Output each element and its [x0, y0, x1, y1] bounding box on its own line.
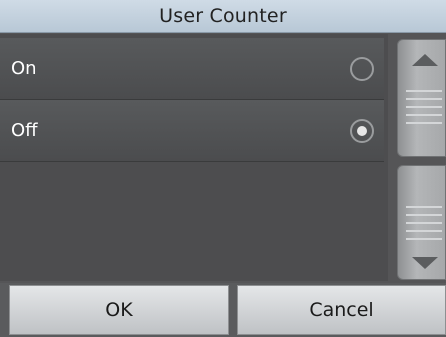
grip-line: [406, 222, 442, 224]
option-list: On Off: [0, 34, 388, 281]
option-off-radio[interactable]: [350, 118, 374, 143]
grip-line: [406, 90, 442, 92]
user-counter-dialog: User Counter On Off OK Cancel: [0, 0, 446, 337]
ok-button[interactable]: OK: [9, 285, 229, 335]
grip-line: [406, 122, 442, 124]
option-off-label: Off: [11, 120, 38, 141]
scroll-up-button[interactable]: [397, 39, 446, 157]
scroll-down-button[interactable]: [397, 165, 446, 280]
grip-line: [406, 114, 442, 116]
arrow-up-icon: [412, 54, 438, 66]
title-bar: User Counter: [0, 0, 446, 33]
grip-line: [406, 106, 442, 108]
grip-line: [406, 214, 442, 216]
cancel-button[interactable]: Cancel: [237, 285, 446, 335]
option-on[interactable]: On: [0, 38, 384, 100]
grip-line: [406, 206, 442, 208]
grip-line: [406, 230, 442, 232]
option-on-radio[interactable]: [350, 56, 374, 81]
option-off[interactable]: Off: [0, 100, 384, 162]
grip-line: [406, 98, 442, 100]
grip-line: [406, 238, 442, 240]
dialog-title: User Counter: [159, 5, 287, 27]
arrow-down-icon: [412, 257, 438, 269]
option-on-label: On: [11, 58, 37, 79]
